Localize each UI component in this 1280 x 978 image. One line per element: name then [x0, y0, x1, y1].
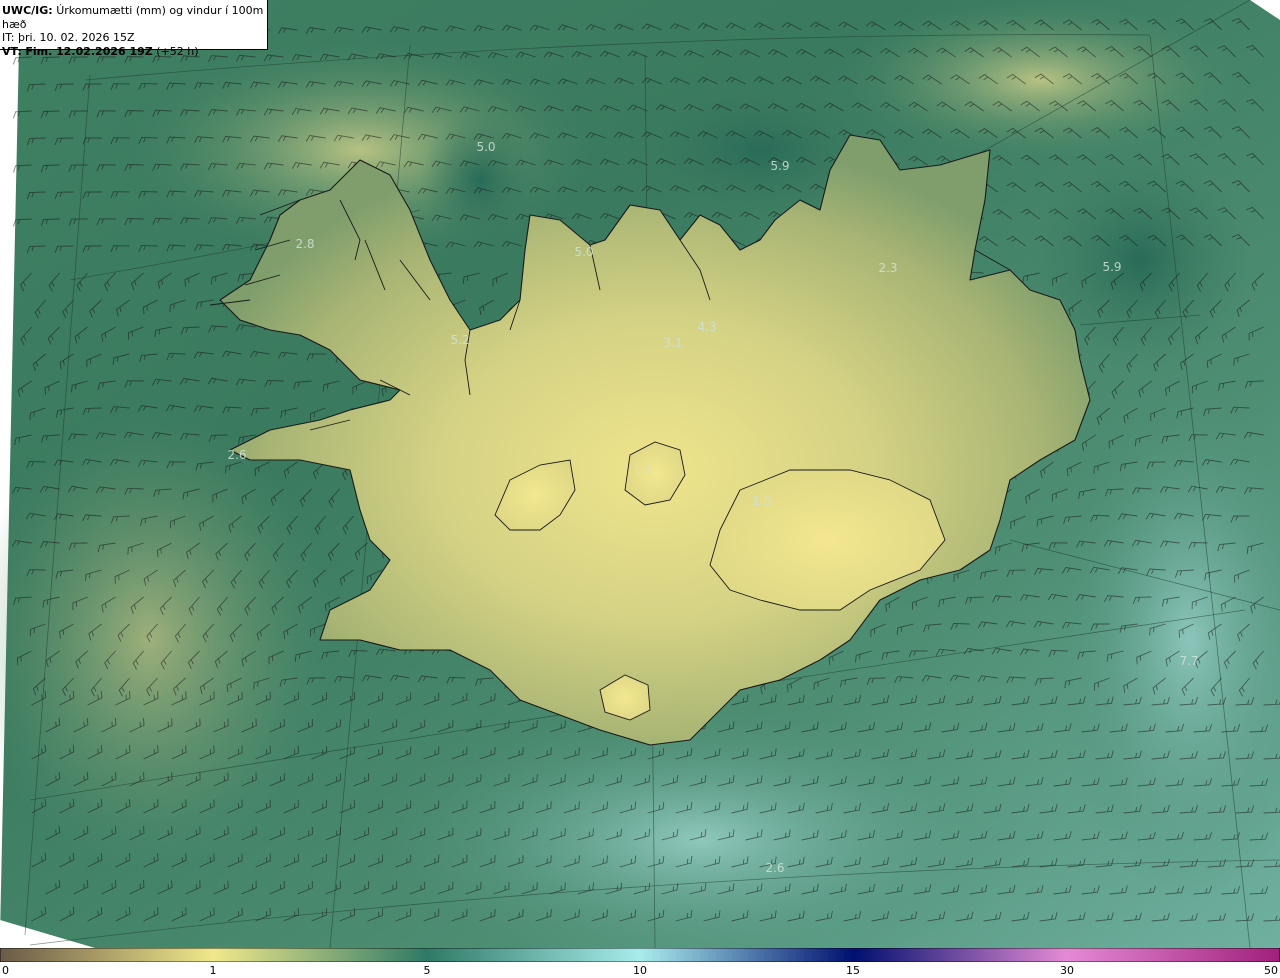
- map-title-box: UWC/IG: Úrkomumætti (mm) og vindur í 100…: [0, 0, 268, 58]
- colorbar-tick-2: 5: [423, 964, 431, 977]
- value-label-5: 5.9: [1102, 260, 1121, 274]
- value-label-3: 5.0: [574, 245, 593, 259]
- value-label-13: 2.6: [765, 861, 784, 875]
- valid-time-prefix: VT:: [2, 44, 22, 58]
- value-label-9: 2.6: [227, 448, 246, 462]
- model-name: UWC/IG:: [2, 4, 53, 17]
- init-time-line: IT: þri. 10. 02. 2026 15Z: [2, 31, 267, 45]
- value-label-0: 5.0: [476, 140, 495, 154]
- precipitation-map: 5.0 5.9 2.8 5.0 2.3 5.9 5.2 4.3 3.1 2.6 1.1 1.0 7.7 2…: [0, 0, 1280, 948]
- lead-time: (+52 h): [156, 44, 199, 58]
- colorbar-tick-5: 30: [1060, 964, 1074, 977]
- colorbar-tick-1: 1: [209, 964, 217, 977]
- value-label-11: 1.0: [752, 494, 771, 508]
- colorbar-tick-6: 50: [1264, 964, 1278, 977]
- colorbar: [0, 948, 1280, 962]
- init-time-value: þri. 10. 02. 2026 15Z: [17, 31, 135, 44]
- value-label-10: 1.1: [633, 463, 652, 477]
- init-time-prefix: IT:: [2, 31, 15, 44]
- value-label-8: 3.1: [663, 336, 682, 350]
- colorbar-tick-labels: 0 1 5 10 15 30 50: [0, 962, 1280, 978]
- value-label-12: 7.7: [1179, 654, 1198, 668]
- value-label-1: 5.9: [770, 159, 789, 173]
- valid-time-line: VT: Fim. 12.02.2026 19Z (+52 h): [2, 45, 267, 59]
- colorbar-tick-4: 15: [846, 964, 860, 977]
- colorbar-tick-3: 10: [633, 964, 647, 977]
- value-label-7: 4.3: [697, 320, 716, 334]
- value-label-2: 2.8: [295, 237, 314, 251]
- value-label-6: 5.2: [450, 333, 469, 347]
- valid-time-value: Fim. 12.02.2026 19Z: [25, 44, 153, 58]
- value-label-4: 2.3: [878, 261, 897, 275]
- colorbar-tick-0: 0: [2, 964, 9, 977]
- title-line: UWC/IG: Úrkomumætti (mm) og vindur í 100…: [2, 4, 267, 31]
- map-stage: 5.0 5.9 2.8 5.0 2.3 5.9 5.2 4.3 3.1 2.6 1.1 1.0 7.7 2…: [0, 0, 1280, 978]
